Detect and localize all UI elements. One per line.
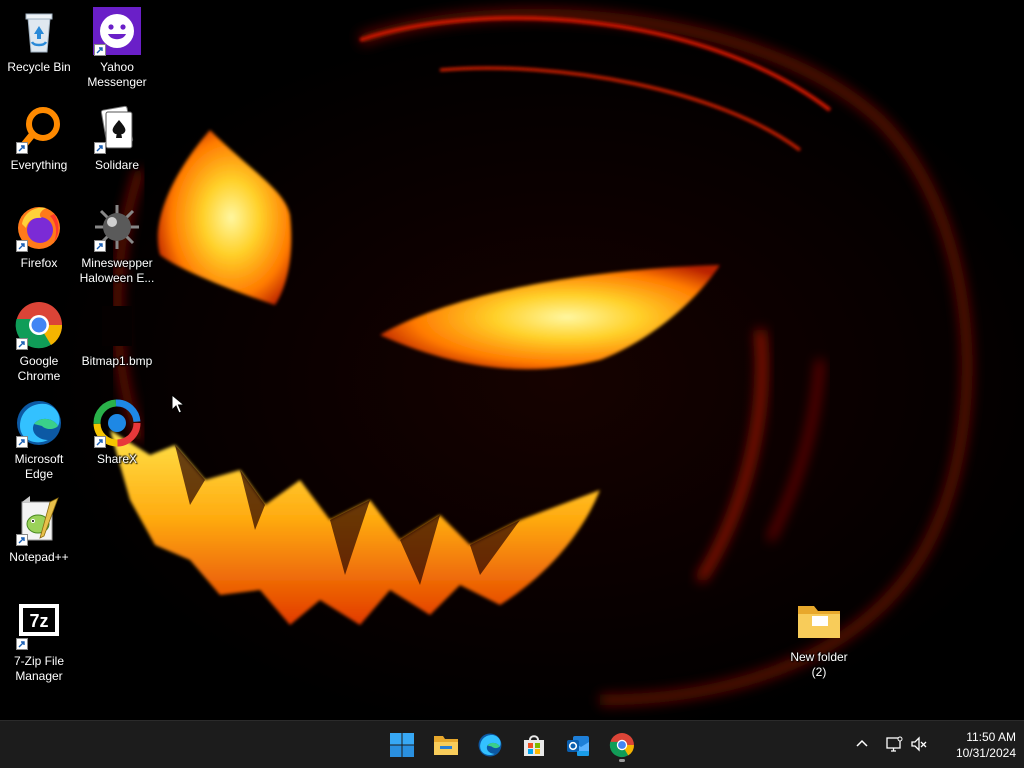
desktop-icon-7zip[interactable]: 7z 7-Zip File Manager [0, 600, 78, 684]
desktop-icon-recycle-bin[interactable]: Recycle Bin [0, 6, 78, 75]
desktop-icon-notepadpp[interactable]: Notepad++ [0, 496, 78, 565]
taskbar: 11:50 AM 10/31/2024 [0, 720, 1024, 768]
edge-icon [478, 733, 502, 757]
svg-text:7z: 7z [29, 611, 48, 631]
taskbar-store-button[interactable] [516, 727, 552, 763]
desktop-icon-label: Solidare [94, 158, 140, 172]
desktop-icon-label: Mineswepper Haloween E... [79, 256, 155, 285]
start-button[interactable] [384, 727, 420, 763]
bitmap-file-icon [102, 306, 132, 346]
desktop-icon-label: Notepad++ [9, 550, 69, 564]
taskbar-outlook-button[interactable] [560, 727, 596, 763]
show-hidden-icons-button[interactable] [851, 733, 873, 755]
chrome-icon [609, 733, 634, 758]
shortcut-arrow-icon [94, 240, 106, 252]
desktop-icon-everything[interactable]: Everything [0, 104, 78, 173]
taskbar-file-explorer-button[interactable] [428, 727, 464, 763]
desktop-icon-label: Recycle Bin [7, 60, 71, 74]
windows-start-icon [390, 733, 414, 757]
taskbar-clock[interactable]: 11:50 AM 10/31/2024 [934, 729, 1016, 761]
shortcut-arrow-icon [16, 240, 28, 252]
desktop-icon-label: 7-Zip File Manager [13, 654, 64, 683]
shortcut-arrow-icon [94, 142, 106, 154]
folder-icon [798, 606, 840, 638]
chevron-up-icon [856, 739, 868, 747]
desktop-icon-label: New folder (2) [790, 650, 848, 679]
speaker-muted-icon [911, 736, 927, 752]
desktop-icon-label: Everything [10, 158, 68, 172]
desktop-icon-yahoo-messenger[interactable]: Yahoo Messenger [78, 6, 156, 90]
shortcut-arrow-icon [16, 638, 28, 650]
desktop-icon-sharex[interactable]: ShareX [78, 398, 156, 467]
desktop-icon-label: Microsoft Edge [14, 452, 64, 481]
shortcut-arrow-icon [94, 44, 106, 56]
shortcut-arrow-icon [16, 338, 28, 350]
outlook-new-icon [567, 736, 589, 756]
desktop-icon-solidare[interactable]: Solidare [78, 104, 156, 173]
shortcut-arrow-icon [16, 436, 28, 448]
running-indicator [619, 759, 625, 762]
clock-date: 10/31/2024 [955, 746, 1016, 760]
microsoft-store-icon [524, 735, 544, 756]
network-status-button[interactable] [883, 733, 905, 755]
taskbar-chrome-button[interactable] [604, 727, 640, 763]
shortcut-arrow-icon [16, 142, 28, 154]
shortcut-arrow-icon [94, 436, 106, 448]
recycle-bin-icon [25, 13, 53, 53]
desktop-icon-microsoft-edge[interactable]: Microsoft Edge [0, 398, 78, 482]
desktop-icon-bitmap1[interactable]: Bitmap1.bmp [78, 300, 156, 369]
desktop-icon-label: Google Chrome [17, 354, 61, 383]
desktop-icon-label: ShareX [96, 452, 138, 466]
desktop-icon-label: Firefox [20, 256, 58, 270]
desktop-icon-google-chrome[interactable]: Google Chrome [0, 300, 78, 384]
desktop-icon-minesweeper[interactable]: Mineswepper Haloween E... [78, 202, 156, 286]
desktop-icon-new-folder[interactable]: New folder (2) [780, 596, 858, 680]
network-icon [886, 736, 903, 752]
taskbar-edge-button[interactable] [472, 727, 508, 763]
volume-button[interactable] [908, 733, 930, 755]
desktop-icon-label: Bitmap1.bmp [81, 354, 153, 368]
desktop-icon-label: Yahoo Messenger [87, 60, 147, 89]
file-explorer-icon [434, 736, 458, 755]
desktop-icon-firefox[interactable]: Firefox [0, 202, 78, 271]
clock-time: 11:50 AM [966, 730, 1016, 744]
mouse-pointer-icon [171, 394, 185, 414]
shortcut-arrow-icon [16, 534, 28, 546]
